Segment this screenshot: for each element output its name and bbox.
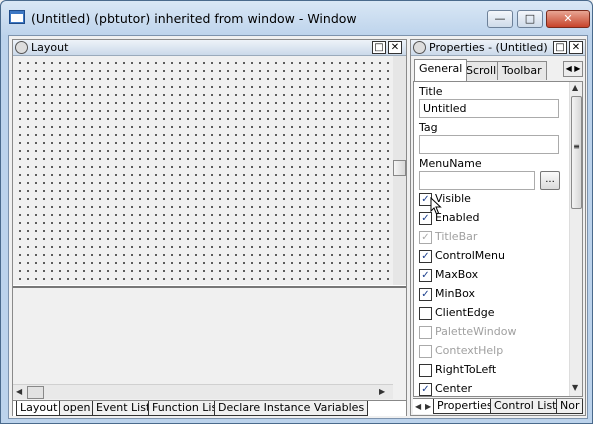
layout-pane-restore-button[interactable]: □ xyxy=(372,41,386,54)
tab-layout[interactable]: Layout xyxy=(16,401,62,416)
checkbox-label: ClientEdge xyxy=(435,306,495,319)
properties-pane-icon xyxy=(413,41,426,54)
maximize-button[interactable]: □ xyxy=(517,10,543,28)
tab-control-list[interactable]: Control List xyxy=(490,399,561,414)
layout-pane-header[interactable]: Layout □ ✕ xyxy=(13,40,406,56)
window-app-icon[interactable] xyxy=(9,10,25,24)
checkbox-label: Center xyxy=(435,382,473,395)
checkbox-label: MaxBox xyxy=(435,268,479,281)
layout-pane-close-button[interactable]: ✕ xyxy=(388,41,402,54)
minimize-button[interactable]: — xyxy=(487,10,513,28)
properties-bottom-tabs: ◀ ▶ Properties Control List Nor xyxy=(413,398,584,414)
mouse-cursor-icon xyxy=(430,197,442,215)
tab-general[interactable]: General xyxy=(414,59,468,81)
checkbox-label: ContextHelp xyxy=(435,344,504,357)
window-titlebar[interactable]: (Untitled) (pbtutor) inherited from wind… xyxy=(1,1,592,35)
checkbox-label: TitleBar xyxy=(435,230,478,243)
layout-pane-icon xyxy=(15,41,28,54)
checkbox-box[interactable]: ✓ xyxy=(419,383,432,396)
checkbox-box[interactable] xyxy=(419,364,432,377)
properties-vertical-scrollbar[interactable]: ▲ ≡ ▼ xyxy=(569,82,582,396)
checkbox-box[interactable]: ✓ xyxy=(419,288,432,301)
checkbox-label: PaletteWindow xyxy=(435,325,517,338)
scroll-up-arrow-icon[interactable]: ▲ xyxy=(572,83,578,92)
general-properties: Title Untitled Tag MenuName ... ✓ Visibl… xyxy=(413,81,583,397)
properties-scroll-thumb[interactable]: ≡ xyxy=(571,96,582,209)
properties-pane-header[interactable]: Properties - (Untitled) inh □ ✕ xyxy=(411,40,585,56)
properties-pane-close-button[interactable]: ✕ xyxy=(569,41,583,54)
title-label: Title xyxy=(419,85,443,98)
scroll-left-arrow-icon[interactable]: ◀ xyxy=(16,387,22,396)
checkbox-box[interactable]: ✓ xyxy=(419,250,432,263)
tab-toolbar[interactable]: Toolbar xyxy=(497,61,547,80)
tag-field[interactable] xyxy=(419,135,559,154)
layout-vertical-scrollbar[interactable] xyxy=(393,56,406,285)
main-window: (Untitled) (pbtutor) inherited from wind… xyxy=(0,0,593,424)
tab-event-list[interactable]: Event List xyxy=(92,401,155,416)
title-field[interactable]: Untitled xyxy=(419,99,559,118)
layout-pane-title: Layout xyxy=(31,41,69,54)
properties-pane-title: Properties - (Untitled) inh xyxy=(429,41,551,54)
close-button[interactable]: ✕ xyxy=(546,10,590,28)
tab-open[interactable]: open xyxy=(59,401,95,416)
properties-pane-restore-button[interactable]: □ xyxy=(553,41,567,54)
layout-pane: Layout □ ✕ ◀ ▶ Layout open Event List Fu… xyxy=(12,39,407,416)
tab-properties[interactable]: Properties xyxy=(433,399,497,414)
scroll-right-arrow-icon[interactable]: ▶ xyxy=(379,387,385,396)
workspace: Layout □ ✕ ◀ ▶ Layout open Event List Fu… xyxy=(8,35,588,419)
properties-tabs: General Scroll Toolbar ◀ ▶ xyxy=(413,59,583,81)
properties-pane: Properties - (Untitled) inh □ ✕ General … xyxy=(410,39,586,416)
layout-splitter[interactable] xyxy=(13,285,406,288)
checkbox-label: ControlMenu xyxy=(435,249,505,262)
tab-declare-instance-variables[interactable]: Declare Instance Variables xyxy=(214,401,369,416)
checkbox-box xyxy=(419,345,432,358)
layout-canvas[interactable] xyxy=(13,56,393,285)
checkbox-label: RightToLeft xyxy=(435,363,497,376)
menuname-browse-button[interactable]: ... xyxy=(540,171,560,190)
window-title: (Untitled) (pbtutor) inherited from wind… xyxy=(31,11,357,26)
scroll-down-arrow-icon[interactable]: ▼ xyxy=(572,383,578,392)
checkbox-box xyxy=(419,326,432,339)
tab-scroll-left-icon[interactable]: ◀ xyxy=(415,402,421,411)
checkbox-label: MinBox xyxy=(435,287,475,300)
checkbox-box[interactable]: ✓ xyxy=(419,269,432,282)
checkbox-box: ✓ xyxy=(419,231,432,244)
layout-vertical-scroll-thumb[interactable] xyxy=(393,160,406,176)
tab-scroll-right-icon[interactable]: ▶ xyxy=(425,402,431,411)
menuname-field[interactable] xyxy=(419,171,535,190)
tab-non-visual-object-list[interactable]: Nor xyxy=(556,399,584,414)
layout-lower-area xyxy=(13,289,406,384)
checkbox-box[interactable] xyxy=(419,307,432,320)
tab-scroll-arrows[interactable]: ◀ ▶ xyxy=(563,61,583,77)
layout-pane-tabs: Layout open Event List Function List Dec… xyxy=(13,400,406,416)
layout-horizontal-scroll-thumb[interactable] xyxy=(27,386,44,399)
tag-label: Tag xyxy=(419,121,438,134)
layout-horizontal-scrollbar[interactable]: ◀ ▶ xyxy=(13,384,393,399)
menuname-label: MenuName xyxy=(419,157,482,170)
